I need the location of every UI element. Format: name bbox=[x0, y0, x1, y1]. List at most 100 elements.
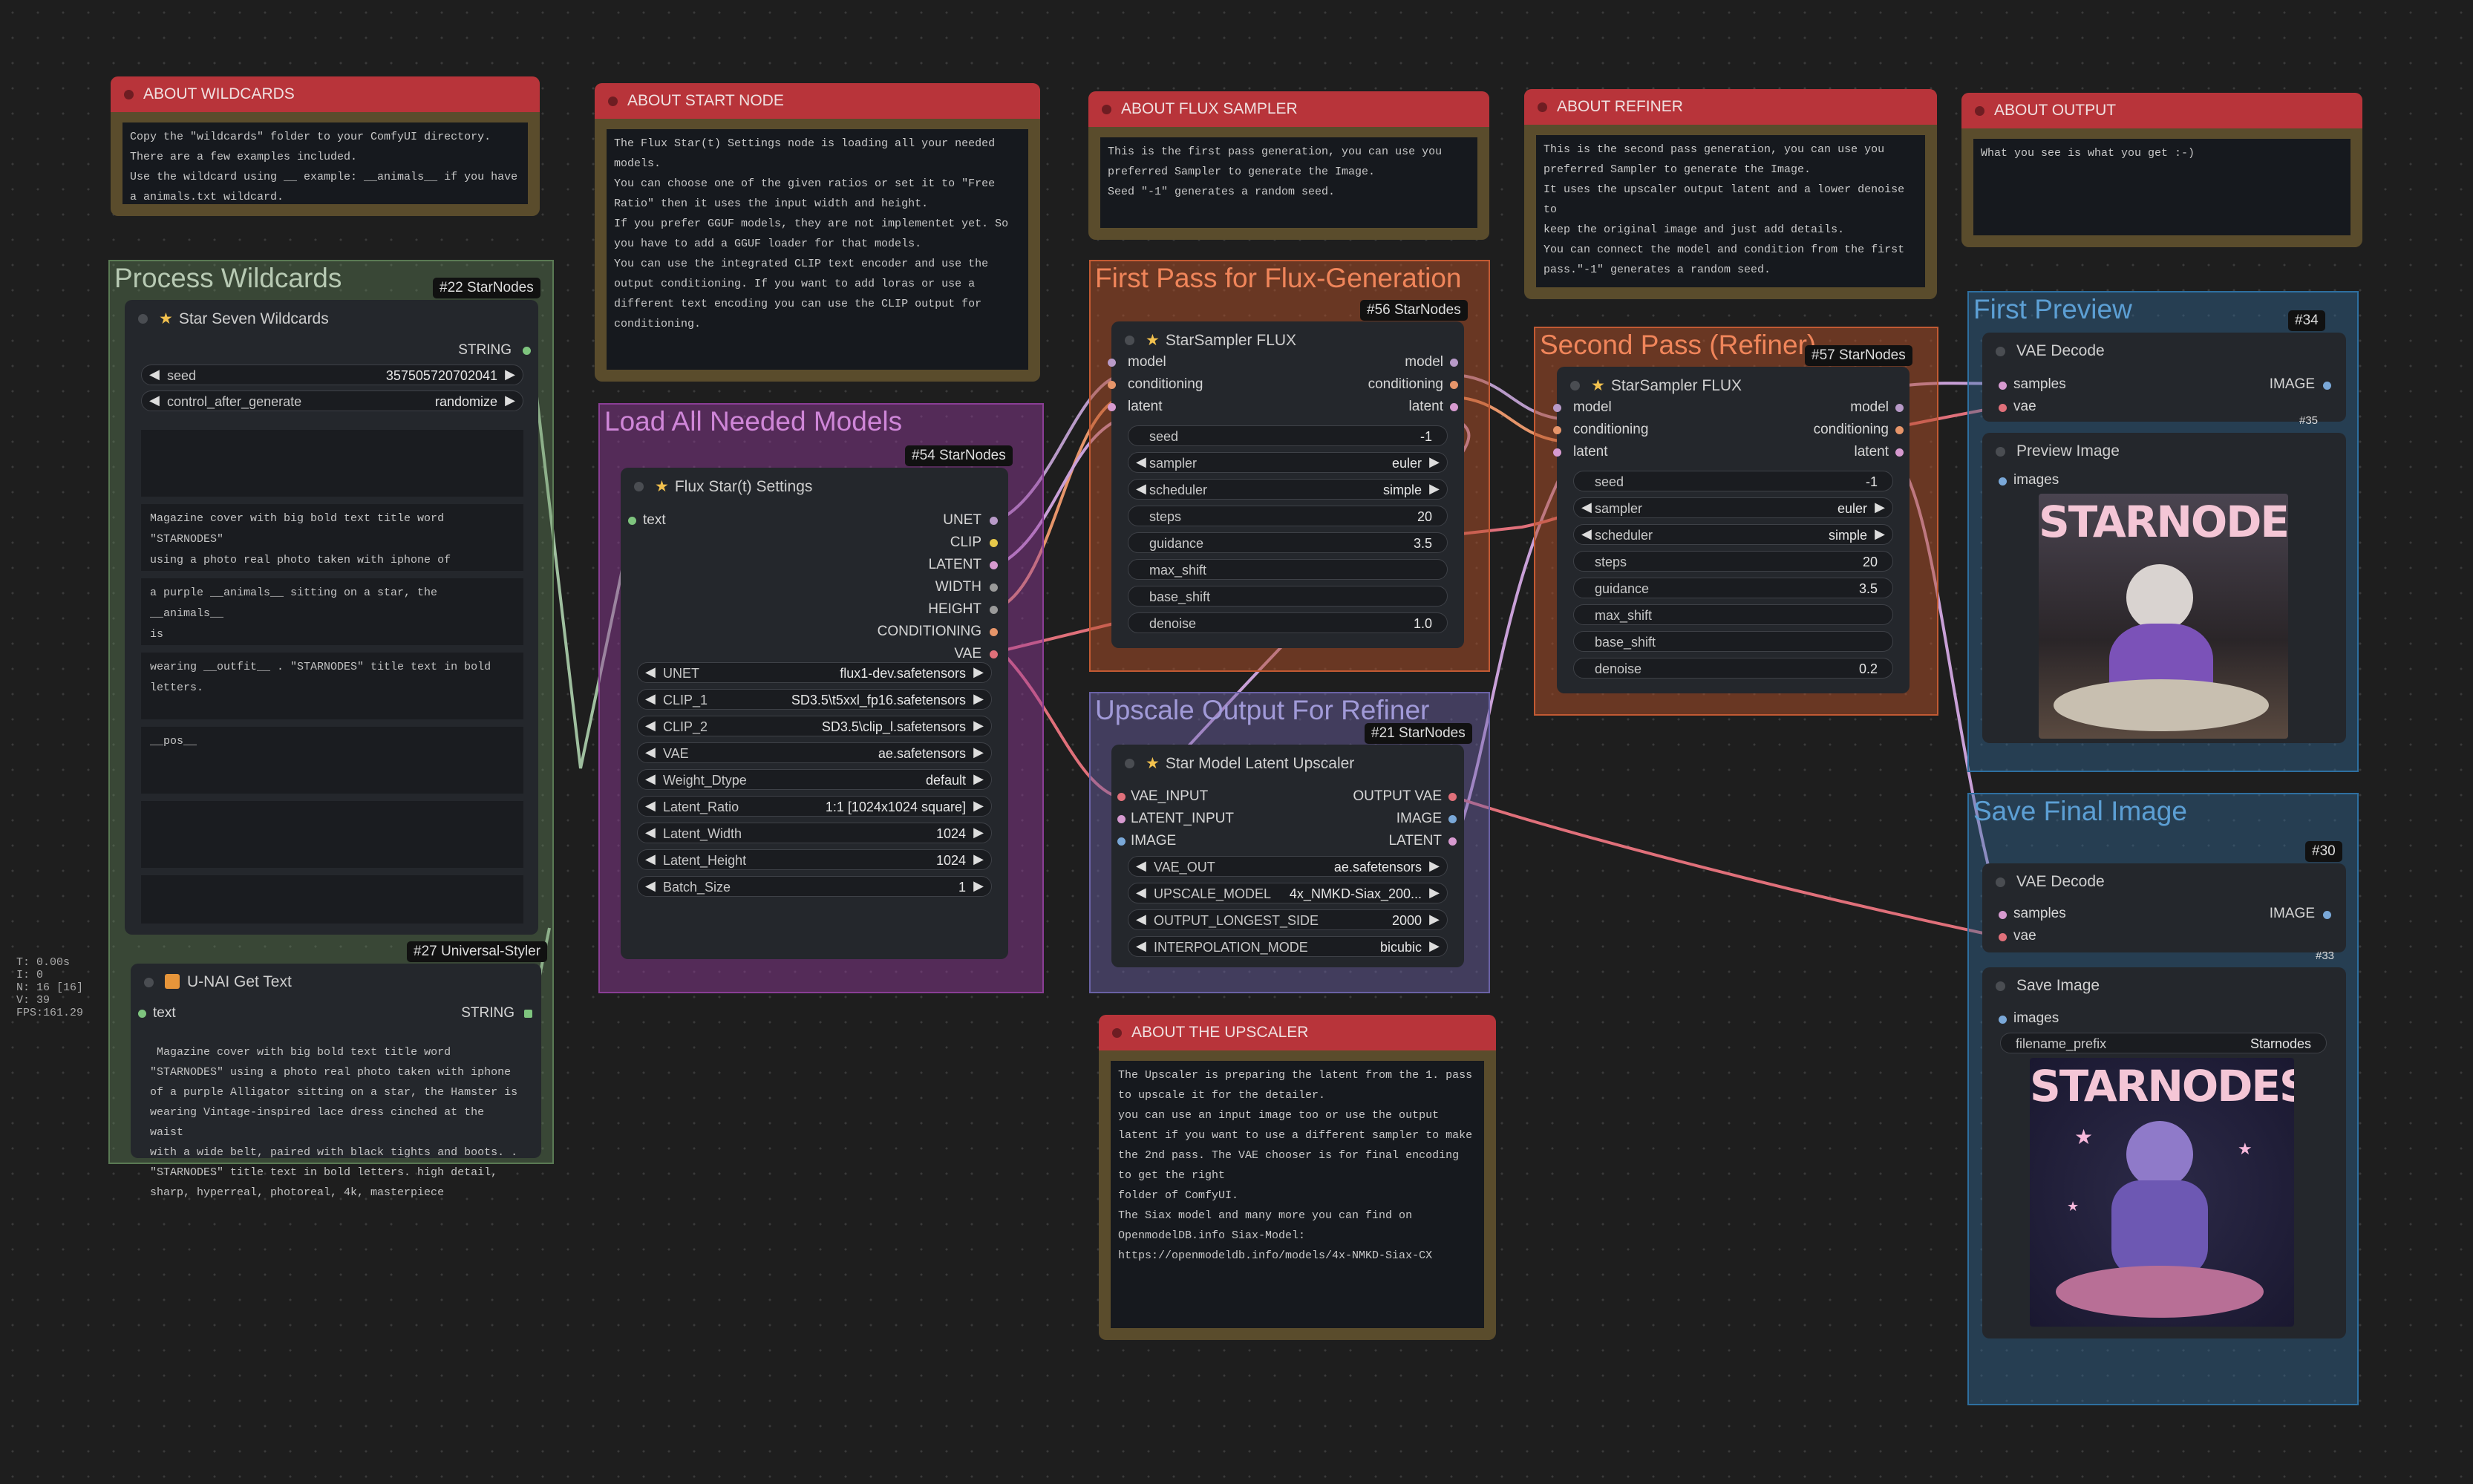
node-preview-image[interactable]: Preview Image images STARNODES bbox=[1982, 433, 2346, 743]
output-port[interactable] bbox=[1450, 403, 1458, 411]
increment-arrow-icon[interactable]: ▶ bbox=[1429, 912, 1440, 927]
sampler-widget[interactable]: ◀ sampler euler ▶ bbox=[1128, 452, 1448, 473]
collapse-dot[interactable] bbox=[1112, 1028, 1122, 1038]
output-port[interactable] bbox=[1895, 448, 1904, 457]
input-port[interactable] bbox=[1108, 403, 1116, 411]
collapse-dot[interactable] bbox=[1996, 877, 2005, 887]
note-wildcards[interactable]: ABOUT WILDCARDS Copy the "wildcards" fol… bbox=[111, 76, 540, 216]
input-port-vae[interactable] bbox=[1999, 404, 2007, 412]
output-port[interactable] bbox=[1450, 359, 1458, 367]
decrement-arrow-icon[interactable]: ◀ bbox=[1136, 885, 1146, 900]
node-title-bar[interactable]: VAE Decode bbox=[1982, 333, 2346, 370]
collapse-dot[interactable] bbox=[138, 314, 148, 324]
sampler-widget[interactable]: base_shift bbox=[1128, 586, 1448, 607]
settings-widget[interactable]: ◀ Latent_Ratio 1:1 [1024x1024 square] ▶ bbox=[637, 796, 992, 817]
output-port[interactable] bbox=[1895, 426, 1904, 434]
output-port[interactable] bbox=[1450, 381, 1458, 389]
collapse-dot[interactable] bbox=[1996, 447, 2005, 457]
input-port[interactable] bbox=[1117, 815, 1126, 823]
decrement-arrow-icon[interactable]: ◀ bbox=[149, 393, 160, 408]
output-port[interactable] bbox=[1448, 815, 1457, 823]
input-port[interactable] bbox=[1553, 448, 1561, 457]
input-port[interactable] bbox=[1553, 426, 1561, 434]
collapse-dot[interactable] bbox=[634, 482, 644, 491]
note-flux-sampler[interactable]: ABOUT FLUX SAMPLER This is the first pas… bbox=[1088, 91, 1489, 240]
increment-arrow-icon[interactable]: ▶ bbox=[973, 691, 984, 707]
decrement-arrow-icon[interactable]: ◀ bbox=[645, 745, 656, 760]
sampler-widget[interactable]: ◀ scheduler simple ▶ bbox=[1573, 524, 1893, 545]
increment-arrow-icon[interactable]: ▶ bbox=[1875, 526, 1885, 542]
node-title-bar[interactable]: Save Image bbox=[1982, 967, 2346, 1004]
output-port[interactable] bbox=[990, 517, 998, 525]
input-port-samples[interactable] bbox=[1999, 911, 2007, 919]
sampler-widget[interactable]: steps 20 bbox=[1128, 506, 1448, 526]
node-title-bar[interactable]: U-NAI Get Text bbox=[131, 964, 541, 1001]
note-text[interactable]: The Flux Star(t) Settings node is loadin… bbox=[607, 129, 1028, 370]
upscaler-widget[interactable]: ◀ OUTPUT_LONGEST_SIDE 2000 ▶ bbox=[1128, 909, 1448, 930]
input-port-text[interactable] bbox=[138, 1010, 146, 1018]
output-port[interactable] bbox=[990, 539, 998, 547]
collapse-dot[interactable] bbox=[1996, 347, 2005, 356]
prompt-textarea-7[interactable] bbox=[141, 875, 523, 924]
increment-arrow-icon[interactable]: ▶ bbox=[973, 878, 984, 894]
increment-arrow-icon[interactable]: ▶ bbox=[1429, 885, 1440, 900]
node-title-bar[interactable]: ★ StarSampler FLUX bbox=[1111, 321, 1464, 359]
input-port[interactable] bbox=[1117, 793, 1126, 801]
node-starsampler-flux-refiner[interactable]: ★ StarSampler FLUX model model conditioning… bbox=[1553, 367, 1910, 693]
decrement-arrow-icon[interactable]: ◀ bbox=[645, 691, 656, 707]
input-port[interactable] bbox=[1108, 381, 1116, 389]
decrement-arrow-icon[interactable]: ◀ bbox=[645, 878, 656, 894]
increment-arrow-icon[interactable]: ▶ bbox=[973, 718, 984, 733]
increment-arrow-icon[interactable]: ▶ bbox=[1429, 938, 1440, 954]
decrement-arrow-icon[interactable]: ◀ bbox=[1136, 912, 1146, 927]
increment-arrow-icon[interactable]: ▶ bbox=[973, 798, 984, 814]
node-title-bar[interactable]: VAE Decode bbox=[1982, 863, 2346, 900]
note-text[interactable]: This is the second pass generation, you … bbox=[1536, 135, 1925, 287]
node-title-bar[interactable]: Preview Image bbox=[1982, 433, 2346, 470]
output-port-string[interactable] bbox=[523, 347, 531, 355]
decrement-arrow-icon[interactable]: ◀ bbox=[1136, 858, 1146, 874]
settings-widget[interactable]: ◀ UNET flux1-dev.safetensors ▶ bbox=[637, 662, 992, 683]
node-title-bar[interactable]: ★ Star Model Latent Upscaler bbox=[1111, 745, 1464, 782]
input-port-vae[interactable] bbox=[1999, 933, 2007, 941]
input-port-images[interactable] bbox=[1999, 477, 2007, 486]
note-output[interactable]: ABOUT OUTPUT What you see is what you ge… bbox=[1961, 93, 2362, 247]
collapse-dot[interactable] bbox=[1125, 336, 1134, 345]
node-vae-decode-final[interactable]: VAE Decode samples vae IMAGE bbox=[1982, 863, 2346, 952]
collapse-dot[interactable] bbox=[1570, 381, 1580, 390]
decrement-arrow-icon[interactable]: ◀ bbox=[645, 798, 656, 814]
node-title-bar[interactable]: ★ StarSampler FLUX bbox=[1557, 367, 1910, 404]
collapse-dot[interactable] bbox=[124, 90, 134, 99]
collapse-dot[interactable] bbox=[1538, 102, 1547, 112]
settings-widget[interactable]: ◀ Batch_Size 1 ▶ bbox=[637, 876, 992, 897]
text-output[interactable]: Magazine cover with big bold text title … bbox=[141, 1038, 531, 1199]
output-port[interactable] bbox=[1448, 837, 1457, 846]
decrement-arrow-icon[interactable]: ◀ bbox=[645, 718, 656, 733]
settings-widget[interactable]: ◀ Weight_Dtype default ▶ bbox=[637, 769, 992, 790]
settings-widget[interactable]: ◀ VAE ae.safetensors ▶ bbox=[637, 742, 992, 763]
output-port-string[interactable] bbox=[524, 1010, 532, 1018]
settings-widget[interactable]: ◀ Latent_Height 1024 ▶ bbox=[637, 849, 992, 870]
node-flux-start-settings[interactable]: ★ Flux Star(t) Settings text UNET CLIP LATE… bbox=[621, 468, 1008, 959]
collapse-dot[interactable] bbox=[1102, 105, 1111, 114]
increment-arrow-icon[interactable]: ▶ bbox=[1875, 500, 1885, 515]
upscaler-widget[interactable]: ◀ INTERPOLATION_MODE bicubic ▶ bbox=[1128, 936, 1448, 957]
control-after-generate-widget[interactable]: ◀ control_after_generate randomize ▶ bbox=[141, 390, 523, 411]
prompt-textarea-3[interactable]: a purple __animals__ sitting on a star, … bbox=[141, 578, 523, 645]
collapse-dot[interactable] bbox=[1996, 981, 2005, 991]
output-port-image[interactable] bbox=[2323, 911, 2331, 919]
sampler-widget[interactable]: max_shift bbox=[1128, 559, 1448, 580]
prompt-textarea-4[interactable]: wearing __outfit__ . "STARNODES" title t… bbox=[141, 653, 523, 719]
collapse-dot[interactable] bbox=[144, 978, 154, 987]
seed-widget[interactable]: ◀ seed 357505720702041 ▶ bbox=[141, 365, 523, 385]
node-star-model-latent-upscaler[interactable]: ★ Star Model Latent Upscaler VAE_INPUT OUT… bbox=[1111, 745, 1464, 967]
decrement-arrow-icon[interactable]: ◀ bbox=[645, 664, 656, 680]
decrement-arrow-icon[interactable]: ◀ bbox=[1136, 481, 1146, 497]
sampler-widget[interactable]: guidance 3.5 bbox=[1128, 532, 1448, 553]
input-port[interactable] bbox=[1553, 404, 1561, 412]
increment-arrow-icon[interactable]: ▶ bbox=[973, 745, 984, 760]
decrement-arrow-icon[interactable]: ◀ bbox=[645, 825, 656, 840]
input-port[interactable] bbox=[1117, 837, 1126, 846]
increment-arrow-icon[interactable]: ▶ bbox=[973, 664, 984, 680]
sampler-widget[interactable]: base_shift bbox=[1573, 631, 1893, 652]
